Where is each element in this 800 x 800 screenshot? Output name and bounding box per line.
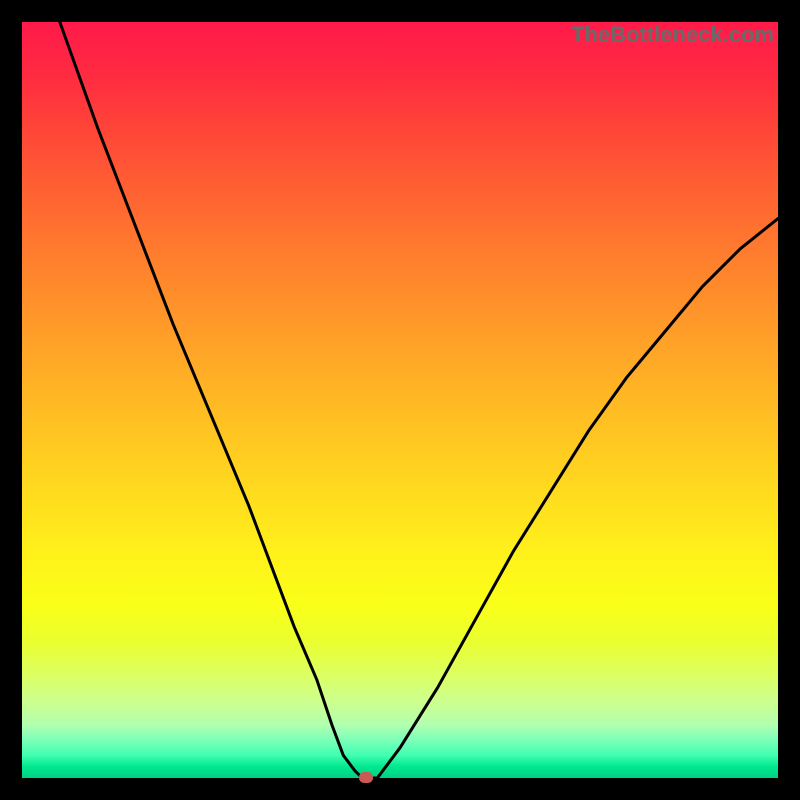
chart-container: TheBottleneck.com [0,0,800,800]
bottleneck-curve [22,22,778,778]
curve-minimum-marker [359,772,373,783]
plot-area: TheBottleneck.com [22,22,778,778]
